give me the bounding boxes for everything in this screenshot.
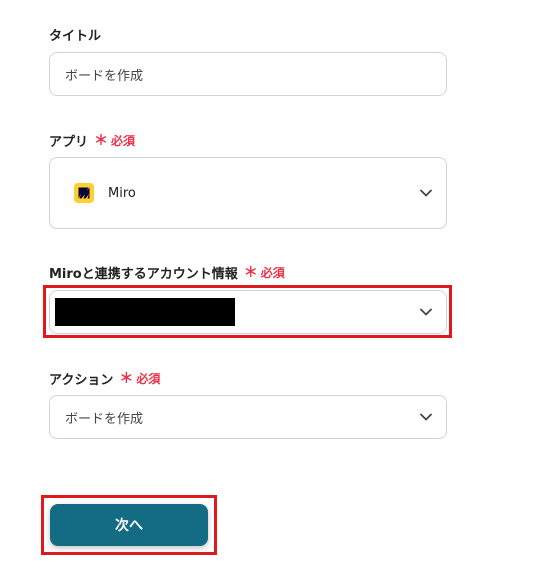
required-asterisk: ＊ xyxy=(119,370,134,387)
app-label: アプリ ＊ 必須 xyxy=(49,131,135,151)
highlight-box-next xyxy=(41,495,217,555)
account-label-text: Miroと連携するアカウント情報 xyxy=(49,267,238,282)
action-select-value: ボードを作成 xyxy=(65,411,144,427)
required-text: 必須 xyxy=(111,134,136,148)
miro-logo-icon xyxy=(74,183,94,203)
title-input-value: ボードを作成 xyxy=(65,68,144,84)
app-label-text: アプリ xyxy=(49,135,89,150)
action-label-text: アクション xyxy=(49,373,114,388)
required-text: 必須 xyxy=(136,372,161,386)
required-badge: ＊ 必須 xyxy=(244,264,285,281)
chevron-down-icon xyxy=(420,189,432,197)
required-badge: ＊ 必須 xyxy=(119,370,160,387)
account-label: Miroと連携するアカウント情報 ＊ 必須 xyxy=(49,263,285,283)
action-select[interactable]: ボードを作成 xyxy=(49,395,447,439)
required-asterisk: ＊ xyxy=(243,264,258,281)
title-label-text: タイトル xyxy=(49,29,102,44)
highlight-box-account xyxy=(43,285,452,338)
required-text: 必須 xyxy=(260,266,285,280)
app-select[interactable]: Miro xyxy=(49,157,447,229)
chevron-down-icon xyxy=(420,413,432,421)
app-select-value: Miro xyxy=(108,185,136,201)
required-asterisk: ＊ xyxy=(94,132,109,149)
action-label: アクション ＊ 必須 xyxy=(49,369,160,389)
title-label: タイトル xyxy=(49,25,101,44)
required-badge: ＊ 必須 xyxy=(94,132,135,149)
title-input[interactable]: ボードを作成 xyxy=(49,52,447,96)
